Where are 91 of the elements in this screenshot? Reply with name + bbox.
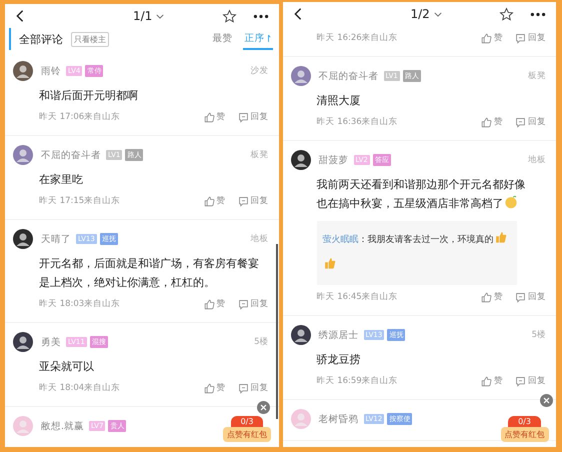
comment-time: 昨天 16:45来自山东: [316, 291, 398, 303]
like-reward-button[interactable]: 点赞有红包: [500, 427, 548, 442]
reply-text: ：我朋友请客去过一次，环境真的: [358, 235, 494, 245]
comment-text: 我前两天还看到和谐那边那个开元名都好像也在搞中秋宴，五星级酒店非常高档了: [316, 177, 526, 212]
username[interactable]: 不屈的奋斗者: [41, 148, 101, 162]
close-icon[interactable]: [540, 394, 552, 407]
thumbs-up-icon: [204, 298, 214, 310]
page-indicator[interactable]: 1/2: [410, 7, 430, 21]
username[interactable]: 雨铃: [41, 64, 61, 78]
progress-badge[interactable]: 0/3: [230, 416, 264, 427]
comment-icon: [238, 298, 248, 310]
like-button[interactable]: 赞: [481, 375, 503, 387]
reply-button[interactable]: 回复: [515, 116, 546, 128]
floor-label: 地板: [528, 154, 546, 166]
comment-time: 昨天 16:36来自山东: [316, 116, 398, 128]
username[interactable]: 甜菠萝: [318, 154, 348, 166]
reply-preview[interactable]: 萤火眠眠：我朋友请客去过一次，环境真的: [316, 221, 516, 285]
floor-label: 沙发: [250, 65, 268, 77]
page-indicator[interactable]: 1/1: [133, 9, 152, 23]
avatar[interactable]: [13, 61, 33, 81]
comment-text: 亚朵就可以: [39, 359, 95, 375]
thumbs-up-icon: [204, 382, 214, 394]
sort-arrow-icon: [266, 34, 270, 42]
floor-label: 板凳: [528, 70, 546, 82]
reply-author[interactable]: 萤火眠眠: [322, 235, 358, 245]
comment-time: 昨天 16:26来自山东: [316, 32, 398, 44]
chevron-down-icon[interactable]: [156, 14, 164, 18]
like-button[interactable]: 赞: [204, 382, 226, 394]
username[interactable]: 敝想.就赢: [41, 420, 84, 432]
thumbs-up-icon: [204, 196, 214, 206]
comment-icon: [515, 292, 526, 302]
reply-button[interactable]: 回复: [238, 195, 268, 207]
chevron-down-icon[interactable]: [434, 12, 442, 16]
comment-text: 在家里吃: [39, 172, 84, 188]
username[interactable]: 天晴了: [41, 232, 71, 246]
floor-label: 5楼: [532, 329, 546, 341]
like-button[interactable]: 赞: [481, 32, 503, 44]
like-button[interactable]: 赞: [481, 116, 503, 128]
comment-icon: [515, 32, 526, 44]
floor-label: 5楼: [254, 336, 268, 348]
avatar[interactable]: [13, 332, 33, 352]
like-button[interactable]: 赞: [204, 298, 226, 310]
thumbs-up-icon: [481, 116, 492, 128]
star-icon[interactable]: [499, 6, 514, 22]
username[interactable]: 不屈的奋斗者: [318, 70, 378, 82]
scrollbar[interactable]: [276, 244, 278, 419]
comment-text: 骄龙豆捞: [316, 352, 362, 368]
comment-icon: [515, 116, 526, 128]
comment-time: 昨天 18:03来自山东: [39, 298, 120, 310]
more-icon[interactable]: [252, 14, 268, 18]
comment-icon: [515, 376, 526, 386]
reply-button[interactable]: 回复: [515, 32, 546, 44]
comment-time: 昨天 17:15来自山东: [39, 195, 120, 207]
thumbs-up-icon: [481, 292, 492, 302]
username[interactable]: 老树昏鸦: [318, 412, 358, 426]
filter-button[interactable]: 只看楼主: [71, 32, 109, 46]
reply-button[interactable]: 回复: [515, 291, 546, 303]
star-icon[interactable]: [222, 8, 236, 24]
comment-time: 昨天 18:04来自山东: [39, 382, 120, 394]
like-reward-button[interactable]: 点赞有红包: [223, 427, 271, 442]
like-button[interactable]: 赞: [204, 111, 226, 123]
reply-button[interactable]: 回复: [238, 298, 268, 310]
comment-text: 和谐后面开元明都啊: [39, 88, 139, 104]
comment-text: 开元名都，后面就是和谐广场，有客房有餐宴是上档次，绝对让你满意，杠杠的。: [39, 256, 260, 291]
comment-icon: [238, 382, 248, 394]
floor-label: 板凳: [250, 149, 268, 161]
comment-icon: [238, 196, 248, 206]
thumbs-up-icon: [481, 376, 492, 386]
avatar[interactable]: [290, 325, 310, 345]
close-icon[interactable]: [257, 401, 270, 414]
progress-badge[interactable]: 0/3: [508, 416, 541, 427]
more-icon[interactable]: [530, 12, 546, 16]
username[interactable]: 勇美: [41, 336, 61, 348]
comment-time: 昨天 17:06来自山东: [39, 111, 120, 123]
floor-label: 地板: [250, 233, 268, 245]
username[interactable]: 绣源居士: [318, 328, 358, 342]
comment-text: 清照大厦: [316, 93, 362, 109]
avatar[interactable]: [13, 229, 33, 249]
reply-button[interactable]: 回复: [238, 382, 268, 394]
section-title: 全部评论: [19, 32, 63, 46]
like-button[interactable]: 赞: [481, 291, 503, 303]
comment-time: 昨天 16:59来自山东: [316, 375, 398, 387]
avatar[interactable]: [290, 150, 310, 170]
sort-tab[interactable]: 最赞: [210, 28, 234, 50]
thumbs-up-icon: [481, 32, 492, 44]
comment-icon: [238, 112, 248, 122]
thumbs-up-icon: [204, 112, 214, 122]
like-button[interactable]: 赞: [204, 195, 226, 207]
reply-button[interactable]: 回复: [515, 375, 546, 387]
reply-button[interactable]: 回复: [238, 111, 268, 123]
sort-tab[interactable]: 正序: [242, 28, 272, 50]
